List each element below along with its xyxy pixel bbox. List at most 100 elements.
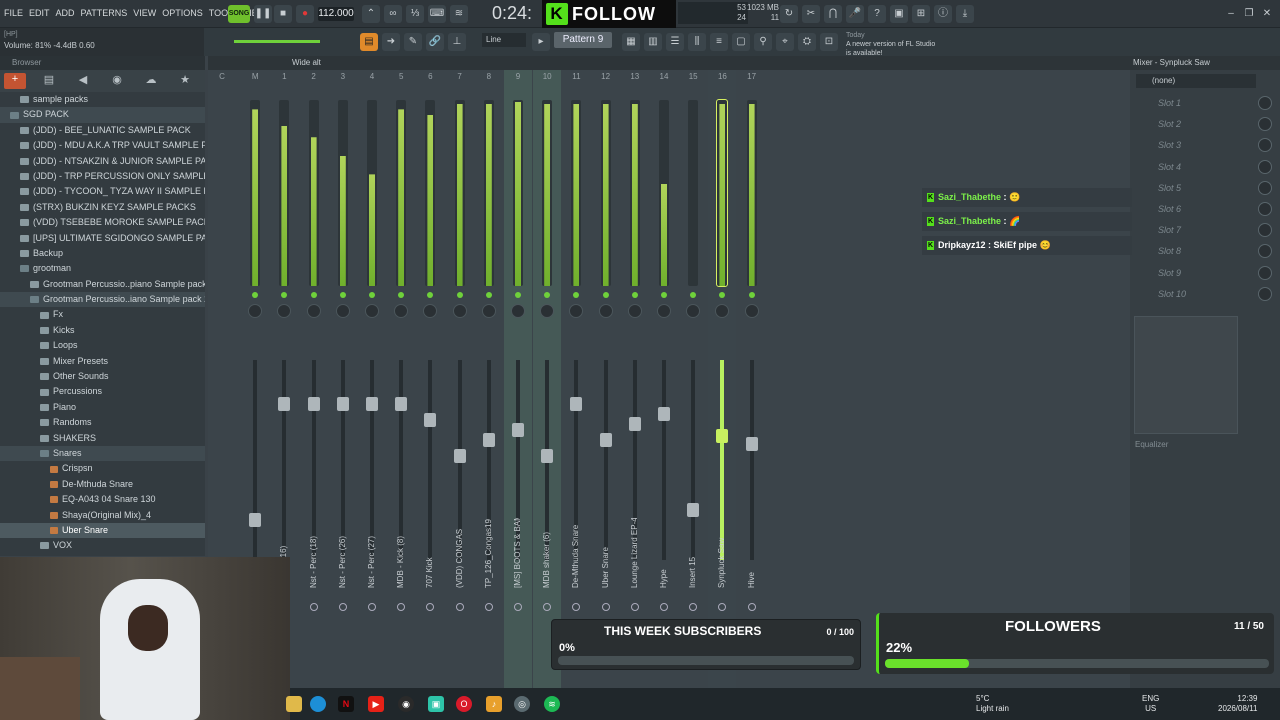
browser-item[interactable]: Other Sounds: [0, 369, 205, 384]
route-button[interactable]: [338, 603, 347, 611]
channel-rack-icon[interactable]: ☰: [666, 33, 684, 51]
favorites-icon[interactable]: ★: [174, 73, 196, 89]
menu-file[interactable]: FILE: [4, 8, 23, 18]
browser-item[interactable]: (JDD) - MDU A.K.A TRP VAULT SAMPLE PACK: [0, 138, 205, 153]
pan-knob[interactable]: [481, 304, 496, 318]
insert-preset-selector[interactable]: (none): [1136, 74, 1256, 88]
pan-knob[interactable]: [365, 304, 379, 318]
pattern-prev-icon[interactable]: ▸: [532, 33, 550, 51]
route-button[interactable]: [630, 603, 639, 611]
pan-knob[interactable]: [598, 304, 613, 318]
typing-keyboard-icon[interactable]: ⌨: [428, 5, 446, 23]
browser-item[interactable]: (STRX) BUKZIN KEYZ SAMPLE PACKS: [0, 200, 205, 215]
mute-led[interactable]: [281, 292, 288, 298]
mixer-strip[interactable]: 3 Nst - Perc (26): [329, 70, 357, 688]
route-button[interactable]: [455, 603, 464, 611]
volume-fader[interactable]: [278, 397, 291, 411]
browser-item[interactable]: Kicks: [0, 323, 205, 338]
mute-led[interactable]: [515, 292, 521, 298]
chrome-icon[interactable]: ◎: [514, 696, 530, 712]
add-icon[interactable]: +: [4, 73, 26, 89]
browser-item[interactable]: Crispsn: [0, 461, 205, 476]
master-volume-slider[interactable]: [234, 40, 320, 43]
step-edit-icon[interactable]: ⅓: [406, 5, 424, 23]
mixer-strip[interactable]: 6 707 Kick: [416, 70, 444, 688]
pan-knob[interactable]: [511, 304, 525, 318]
tempo-display[interactable]: 112.000: [318, 7, 354, 21]
slot-mix-knob[interactable]: [1258, 265, 1272, 280]
info-icon[interactable]: ⓘ: [934, 5, 952, 23]
volume-fader[interactable]: [453, 449, 466, 463]
slot-mix-knob[interactable]: [1258, 159, 1272, 174]
effect-slot[interactable]: Slot 7: [1136, 221, 1276, 240]
pan-knob[interactable]: [306, 304, 321, 318]
mute-led[interactable]: [690, 292, 697, 298]
slot-mix-knob[interactable]: [1258, 223, 1272, 238]
channel-settings-icon[interactable]: ≡: [710, 33, 728, 51]
netflix-icon[interactable]: N: [338, 696, 354, 712]
snap-selector[interactable]: Line: [482, 33, 526, 47]
mute-led[interactable]: [573, 292, 580, 298]
effect-slot[interactable]: Slot 9: [1136, 264, 1276, 283]
browser-item[interactable]: De-Mthuda Snare: [0, 477, 205, 492]
browser-item[interactable]: EQ-A043 04 Snare 130: [0, 492, 205, 507]
playlist-icon[interactable]: ▦: [622, 33, 640, 51]
stop-button[interactable]: ■: [274, 5, 292, 23]
route-button[interactable]: [426, 603, 435, 611]
browser-item[interactable]: Grootman Percussio..iano Sample pack 2: [0, 292, 205, 308]
mixer-strip[interactable]: 9 [MS] BOOTS & BAMBO SHAKER (4): [504, 70, 532, 688]
browser-item[interactable]: Snares: [0, 445, 205, 462]
mixer-strip[interactable]: 15 Insert 15: [679, 70, 707, 688]
effect-slot[interactable]: Slot 4: [1136, 158, 1276, 177]
piano-roll-icon[interactable]: ▥: [644, 33, 662, 51]
stamp-icon[interactable]: ⊥: [448, 33, 466, 51]
browser-item[interactable]: Mixer Presets: [0, 354, 205, 369]
route-button[interactable]: [514, 603, 522, 611]
mute-led[interactable]: [661, 292, 667, 298]
volume-fader[interactable]: [307, 397, 320, 411]
blend-notes-icon[interactable]: ≋: [450, 5, 468, 23]
pan-knob[interactable]: [686, 304, 701, 318]
mute-led[interactable]: [427, 292, 434, 298]
loop-record-icon[interactable]: ∞: [384, 5, 402, 23]
route-button[interactable]: [747, 603, 756, 611]
browser-item[interactable]: SHAKERS: [0, 431, 205, 446]
volume-fader[interactable]: [541, 449, 554, 463]
mixer-icon[interactable]: ⫼: [688, 33, 706, 51]
file-explorer-icon[interactable]: [286, 696, 302, 712]
plugin-icon[interactable]: ⊞: [912, 5, 930, 23]
route-button[interactable]: [543, 603, 552, 611]
effect-slot[interactable]: Slot 10: [1136, 285, 1276, 304]
volume-fader[interactable]: [599, 433, 612, 447]
mixer-strip[interactable]: 17 Hive: [738, 70, 766, 688]
effect-slot[interactable]: Slot 1: [1136, 94, 1276, 113]
plugin-picker-icon[interactable]: ⚲: [754, 33, 772, 51]
route-button[interactable]: [484, 603, 493, 611]
volume-fader[interactable]: [424, 413, 437, 427]
browser-item[interactable]: (JDD) - TYCOON_ TYZA WAY II SAMPLE PACK: [0, 184, 205, 199]
mixer-strip[interactable]: 14 Hype: [650, 70, 678, 688]
equalizer-display[interactable]: [1134, 316, 1238, 434]
volume-fader[interactable]: [482, 433, 495, 447]
slot-mix-knob[interactable]: [1258, 138, 1272, 153]
browser-item[interactable]: Loops: [0, 338, 205, 353]
volume-fader[interactable]: [658, 407, 670, 421]
mixer-strip[interactable]: 10 MDB shaker (6): [533, 70, 562, 688]
browser-item[interactable]: Randoms: [0, 415, 205, 430]
mute-led[interactable]: [310, 292, 317, 298]
pan-knob[interactable]: [540, 304, 555, 318]
song-mode-button[interactable]: SONG: [228, 5, 250, 23]
metronome-icon[interactable]: ⌃: [362, 5, 380, 23]
fl-studio-icon[interactable]: ♪: [486, 696, 502, 712]
mixer-strip[interactable]: 8 TP_126_Congas19: [475, 70, 503, 688]
files-icon[interactable]: ▤: [38, 73, 60, 89]
touch-controller-icon[interactable]: ⌖: [776, 33, 794, 51]
browser-item[interactable]: grootman: [0, 261, 205, 276]
mixer-strip[interactable]: 4 Nst - Perc (27): [358, 70, 386, 688]
pattern-selector[interactable]: Pattern 9: [554, 32, 612, 48]
close-icon[interactable]: ✕: [1258, 5, 1276, 23]
language-indicator[interactable]: ENG US: [1142, 694, 1159, 714]
mixer-strip[interactable]: 7 (VDD) CONGAS: [446, 70, 474, 688]
mixer-strip[interactable]: 13 Lounge Lizard EP-4: [621, 70, 649, 688]
mixer-strip[interactable]: 11 De-Mthuda Snare: [562, 70, 590, 688]
